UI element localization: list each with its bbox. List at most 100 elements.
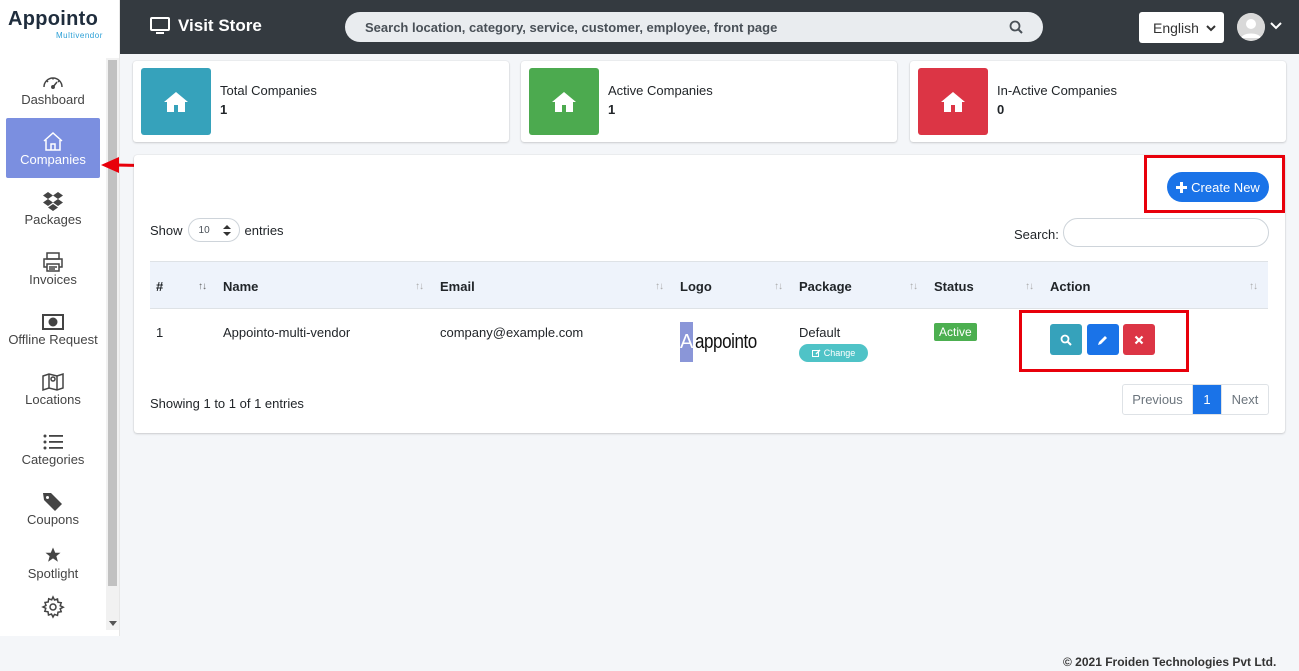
sidebar-item-locations[interactable]: Locations [0,358,106,418]
list-icon [0,418,106,450]
sort-icon[interactable]: ↑↓ [909,281,918,292]
page-1-button[interactable]: 1 [1193,385,1221,414]
money-icon [0,298,106,330]
view-button[interactable] [1050,324,1082,355]
sidebar-item-packages[interactable]: Packages [0,178,106,238]
sidebar-item-offline-request[interactable]: Offline Request [0,298,106,358]
sort-icon[interactable]: ↑↓ [415,281,424,292]
stat-icon-box [529,68,599,135]
stat-label: Total Companies [220,83,317,98]
column-header[interactable]: Email [440,279,475,294]
entries-value: 10 [198,224,210,236]
column-header[interactable]: Name [223,279,258,294]
brand-logo[interactable]: Appointo Multivendor [0,0,119,58]
stat-value: 1 [220,102,228,117]
sidebar-item-dashboard[interactable]: Dashboard [0,58,106,118]
chevron-down-icon[interactable] [1270,21,1282,30]
sidebar-item-companies[interactable]: Companies [6,118,100,178]
sidebar-scrollbar[interactable] [106,58,119,630]
language-value: English [1153,19,1199,36]
home-icon [164,91,188,112]
sort-icon[interactable]: ↑↓ [1249,281,1258,292]
global-search [345,12,1043,42]
stat-icon-box [141,68,211,135]
tags-icon [0,478,106,511]
monitor-icon [150,17,170,34]
sidebar-item-label: Locations [25,392,81,407]
home-icon [552,91,576,112]
plus-icon [1176,181,1188,193]
gear-icon [0,591,106,623]
showing-info: Showing 1 to 1 of 1 entries [150,396,304,411]
column-header[interactable]: Package [799,279,852,294]
scrollbar-thumb[interactable] [108,60,117,586]
stat-card-inactive-companies: In-Active Companies 0 [910,61,1286,142]
sidebar-item-label: Coupons [26,512,80,527]
language-select[interactable]: English [1139,12,1224,43]
footer-copyright: © 2021 Froiden Technologies Pvt Ltd. [1063,655,1277,669]
chevron-down-icon [1206,24,1216,31]
sidebar: Appointo Multivendor Dashboard Companies… [0,0,120,636]
stat-value: 0 [997,102,1005,117]
previous-page-button[interactable]: Previous [1123,385,1193,414]
sort-arrows-icon [222,224,231,236]
stat-label: In-Active Companies [997,83,1117,98]
sidebar-item-spotlight[interactable]: Spotlight [0,538,106,591]
column-header[interactable]: Action [1050,279,1090,294]
edit-icon [811,349,821,357]
delete-button[interactable] [1123,324,1155,355]
pagination: Previous 1 Next [1122,384,1269,415]
map-icon [0,358,106,392]
sidebar-item-categories[interactable]: Categories [0,418,106,478]
sort-icon[interactable]: ↑↓ [655,281,664,292]
company-email: company@example.com [440,325,584,340]
sidebar-item-label: Companies [20,152,86,167]
sidebar-item-settings[interactable] [0,591,106,621]
dropbox-icon [0,178,106,211]
stat-icon-box [918,68,988,135]
user-avatar[interactable] [1237,13,1265,41]
create-new-button[interactable]: Create New [1167,172,1269,202]
change-label: Change [823,348,856,358]
create-new-label: Create New [1191,179,1260,195]
sidebar-nav: Dashboard Companies Packages Invoices Of… [0,58,106,621]
visit-store-link[interactable]: Visit Store [150,16,262,36]
global-search-input[interactable] [365,19,985,35]
sort-icon[interactable]: ↑↓ [1025,281,1034,292]
logo-mark: A [680,322,694,362]
printer-icon [0,238,106,272]
company-logo: A appointo [680,322,758,362]
search-icon [1060,334,1072,346]
home-icon [6,118,100,151]
sidebar-item-label: Dashboard [21,92,85,107]
column-header[interactable]: Status [934,279,974,294]
column-header[interactable]: # [156,279,163,294]
sort-icon[interactable]: ↑↓ [198,281,207,292]
package-name: Default [799,325,841,340]
change-package-button[interactable]: Change [799,344,868,362]
entries-select[interactable]: 10 [187,218,240,242]
table-row: 1 Appointo-multi-vendor company@example.… [150,310,1268,374]
column-header[interactable]: Logo [680,279,712,294]
sidebar-item-label: Invoices [29,272,77,287]
pencil-icon [1098,335,1107,345]
star-icon [0,538,106,564]
next-page-button[interactable]: Next [1221,385,1268,414]
stat-card-active-companies: Active Companies 1 [521,61,897,142]
table-header: # ↑↓ Name ↑↓ Email ↑↓ Logo ↑↓ Package ↑↓… [150,261,1268,309]
scroll-down-arrow-icon[interactable] [109,621,117,626]
sidebar-item-coupons[interactable]: Coupons [0,478,106,538]
table-search-input[interactable] [1063,218,1269,247]
edit-button[interactable] [1087,324,1119,355]
company-name: Appointo-multi-vendor [223,325,351,340]
gauge-icon [0,58,106,90]
sidebar-item-label: Offline Request [8,332,98,347]
show-entries: Show 10 entries [150,218,284,242]
search-icon[interactable] [1009,20,1023,34]
visit-store-label: Visit Store [178,16,262,35]
stat-card-total-companies: Total Companies 1 [133,61,509,142]
logo-word: appointo [695,330,758,353]
user-icon [1237,13,1265,41]
sort-icon[interactable]: ↑↓ [774,281,783,292]
sidebar-item-invoices[interactable]: Invoices [0,238,106,298]
